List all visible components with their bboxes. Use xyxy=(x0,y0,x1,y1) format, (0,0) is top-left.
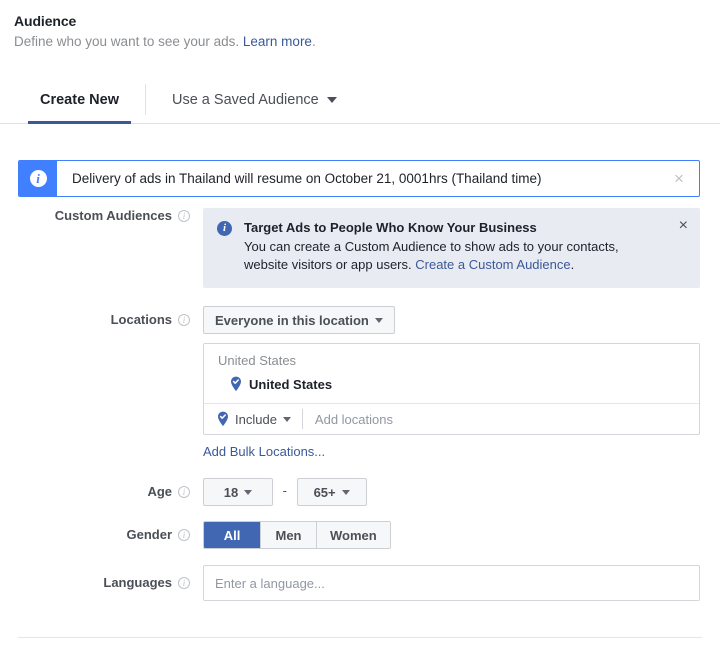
page-header: Audience Define who you want to see your… xyxy=(0,0,720,49)
add-locations-input[interactable]: Add locations xyxy=(303,412,699,427)
age-min-dropdown[interactable]: 18 xyxy=(203,478,273,506)
tab-create-new-label: Create New xyxy=(40,92,119,108)
delivery-notice-banner: i Delivery of ads in Thailand will resum… xyxy=(18,160,700,197)
page-subtitle-period: . xyxy=(312,34,316,49)
custom-audiences-field: i Target Ads to People Who Know Your Bus… xyxy=(196,208,720,288)
promo-card-body: Target Ads to People Who Know Your Busin… xyxy=(244,220,686,274)
info-icon: i xyxy=(30,170,47,187)
promo-card-suffix: . xyxy=(571,257,575,272)
gender-label: Genderi xyxy=(0,521,196,542)
tab-use-saved-audience-label: Use a Saved Audience xyxy=(172,92,319,108)
locations-include-row: Include Add locations xyxy=(204,403,699,434)
gender-option-all[interactable]: All xyxy=(204,522,260,548)
locations-label-text: Locations xyxy=(111,312,172,327)
promo-card-line1: You can create a Custom Audience to show… xyxy=(244,239,619,254)
list-item[interactable]: United States xyxy=(204,373,699,395)
row-age: Agei 18 - 65+ xyxy=(0,478,720,506)
audience-tabs: Create New Use a Saved Audience xyxy=(0,76,720,124)
create-custom-audience-link[interactable]: Create a Custom Audience xyxy=(415,257,570,272)
age-min-value: 18 xyxy=(224,485,238,500)
info-icon: i xyxy=(217,221,232,236)
map-pin-icon xyxy=(217,411,229,427)
gender-option-women[interactable]: Women xyxy=(316,522,390,548)
age-label-text: Age xyxy=(147,484,172,499)
age-field: 18 - 65+ xyxy=(196,478,720,506)
gender-field: All Men Women xyxy=(196,521,720,549)
locations-group-label: United States xyxy=(204,353,699,373)
locations-box: United States United States xyxy=(203,343,700,435)
gender-label-text: Gender xyxy=(126,527,172,542)
custom-audiences-label-text: Custom Audiences xyxy=(55,208,172,223)
languages-input[interactable]: Enter a language... xyxy=(203,565,700,601)
promo-card-icon-container: i xyxy=(217,220,235,274)
row-languages: Languages i Enter a language... xyxy=(0,565,720,601)
page-subtitle: Define who you want to see your ads. Lea… xyxy=(14,34,720,49)
add-bulk-locations-link[interactable]: Add Bulk Locations... xyxy=(203,444,325,459)
map-pin-icon xyxy=(230,376,242,392)
locations-label: Locations i xyxy=(0,306,196,327)
tab-use-saved-audience[interactable]: Use a Saved Audience xyxy=(146,76,363,123)
tab-create-new[interactable]: Create New xyxy=(14,76,145,123)
locations-field: Everyone in this location United States … xyxy=(196,306,720,459)
age-max-value: 65+ xyxy=(314,485,336,500)
gender-segmented-control: All Men Women xyxy=(203,521,391,549)
languages-label-text: Languages xyxy=(103,575,172,590)
page-subtitle-text: Define who you want to see your ads. xyxy=(14,34,239,49)
chevron-down-icon xyxy=(342,490,350,495)
info-tooltip-icon[interactable]: i xyxy=(178,314,190,326)
location-item-name: United States xyxy=(249,377,332,392)
promo-card-line2-prefix: website visitors or app users. xyxy=(244,257,412,272)
location-scope-value: Everyone in this location xyxy=(215,313,369,328)
custom-audiences-label: Custom Audiences i xyxy=(0,208,196,223)
age-label: Agei xyxy=(0,478,196,499)
languages-label: Languages i xyxy=(0,565,196,590)
chevron-down-icon xyxy=(375,318,383,323)
info-tooltip-icon[interactable]: i xyxy=(178,529,190,541)
notice-icon-container: i xyxy=(19,161,57,196)
custom-audience-promo-card: i Target Ads to People Who Know Your Bus… xyxy=(203,208,700,288)
chevron-down-icon xyxy=(244,490,252,495)
chevron-down-icon xyxy=(283,417,291,422)
include-exclude-dropdown[interactable]: Include xyxy=(217,409,303,429)
promo-card-text: You can create a Custom Audience to show… xyxy=(244,238,664,274)
info-tooltip-icon[interactable]: i xyxy=(178,486,190,498)
gender-option-men[interactable]: Men xyxy=(260,522,316,548)
info-tooltip-icon[interactable]: i xyxy=(178,577,190,589)
chevron-down-icon xyxy=(327,97,337,103)
page-title: Audience xyxy=(14,13,720,29)
location-scope-dropdown[interactable]: Everyone in this location xyxy=(203,306,395,334)
info-tooltip-icon[interactable]: i xyxy=(178,210,190,222)
close-icon[interactable]: × xyxy=(659,161,699,196)
section-divider xyxy=(18,637,702,638)
close-icon[interactable]: × xyxy=(679,218,688,234)
notice-message: Delivery of ads in Thailand will resume … xyxy=(57,161,659,196)
audience-form: Custom Audiences i i Target Ads to People… xyxy=(0,208,720,601)
row-locations: Locations i Everyone in this location Uni… xyxy=(0,306,720,459)
age-range-separator: - xyxy=(283,483,287,498)
age-max-dropdown[interactable]: 65+ xyxy=(297,478,367,506)
row-gender: Genderi All Men Women xyxy=(0,521,720,549)
learn-more-link[interactable]: Learn more xyxy=(243,34,312,49)
locations-list: United States United States xyxy=(204,344,699,403)
languages-field: Enter a language... xyxy=(196,565,720,601)
row-custom-audiences: Custom Audiences i i Target Ads to People… xyxy=(0,208,720,288)
include-label: Include xyxy=(235,412,277,427)
promo-card-title: Target Ads to People Who Know Your Busin… xyxy=(244,220,664,235)
